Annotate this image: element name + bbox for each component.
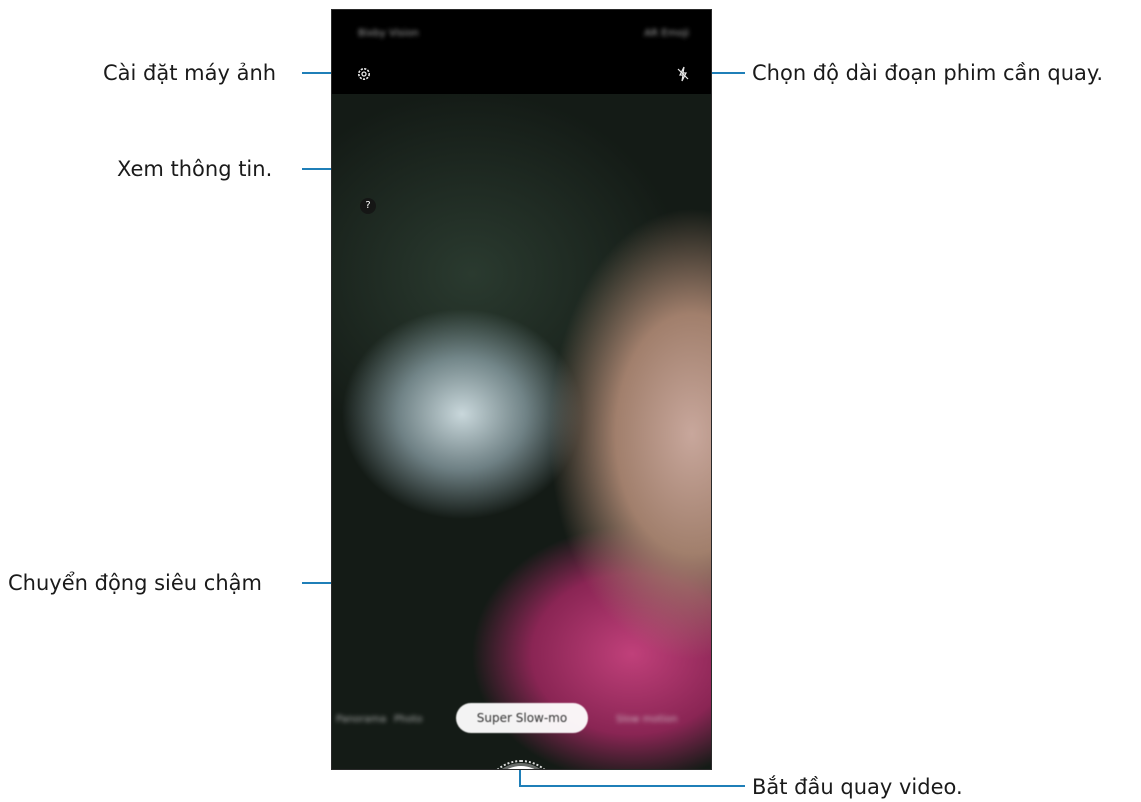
mode-photo[interactable]: Photo (394, 714, 423, 725)
info-icon[interactable]: ? (360, 198, 376, 214)
callout-clip-length: Chọn độ dài đoạn phim cần quay. (752, 61, 1104, 85)
leader-start-recording (519, 785, 745, 787)
callout-super-slow-mo: Chuyển động siêu chậm (8, 571, 262, 595)
callout-start-recording: Bắt đầu quay video. (752, 775, 963, 799)
mode-super-slow-mo[interactable]: Super Slow-mo (456, 703, 588, 733)
camera-screen: Bixby Vision AR Emoji ? Panorama Photo S… (331, 9, 712, 770)
camera-top-bar: Bixby Vision AR Emoji (332, 10, 711, 94)
mode-ar-emoji[interactable]: AR Emoji (644, 28, 689, 39)
camera-viewfinder[interactable]: ? Panorama Photo Super Slow-mo Slow moti… (332, 94, 711, 770)
callout-camera-settings: Cài đặt máy ảnh (103, 61, 277, 85)
mode-bixby-vision[interactable]: Bixby Vision (358, 28, 419, 39)
mode-panorama[interactable]: Panorama (336, 714, 386, 725)
clip-length-icon[interactable] (675, 66, 691, 82)
mode-slow-motion[interactable]: Slow motion (616, 714, 678, 725)
record-icon (490, 766, 552, 770)
callout-view-info: Xem thông tin. (117, 157, 273, 181)
record-button[interactable] (484, 760, 558, 770)
settings-icon[interactable] (356, 66, 372, 82)
